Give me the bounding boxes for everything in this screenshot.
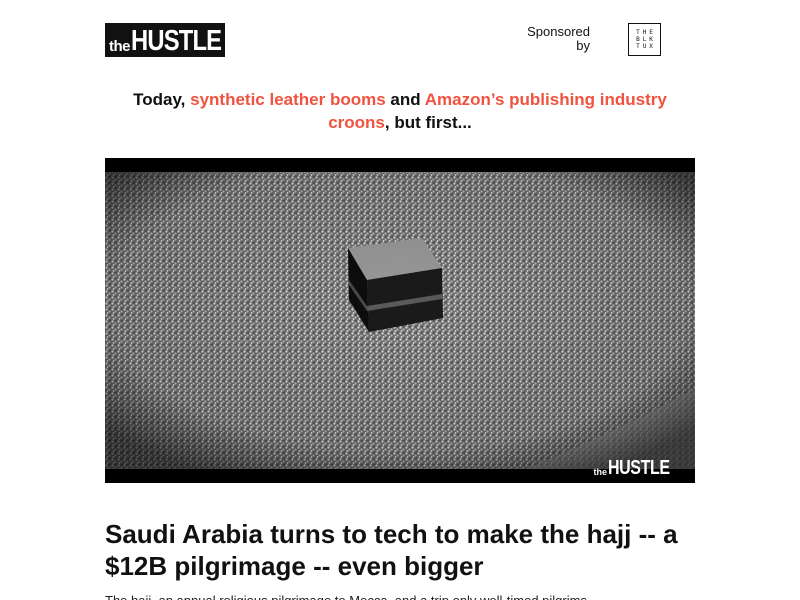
- sponsored-label-line1: Sponsored: [527, 24, 590, 39]
- article-headline: Saudi Arabia turns to tech to make the h…: [105, 519, 678, 581]
- watermark-name: HUSTLE: [608, 457, 670, 479]
- sponsor-logo-line: BLK: [636, 36, 656, 43]
- teaser-line: Today, synthetic leather booms and Amazo…: [120, 88, 680, 134]
- hustle-logo[interactable]: the HUSTLE: [105, 23, 225, 57]
- watermark-prefix: the: [593, 467, 608, 477]
- teaser-trail: , but first...: [384, 113, 472, 132]
- sponsor-logo-line: TUX: [636, 43, 656, 50]
- hero-image[interactable]: the HUSTLE: [105, 158, 695, 483]
- article-body: The hajj, an annual religious pilgrimage…: [105, 592, 695, 600]
- teaser-link-synthetic-leather[interactable]: synthetic leather booms: [190, 90, 386, 109]
- logo-prefix: the: [109, 38, 131, 55]
- sponsor-logo-line: THE: [636, 29, 656, 36]
- sponsored-label-line2: by: [576, 38, 590, 53]
- hero-watermark-logo: the HUSTLE: [593, 457, 686, 479]
- logo-name: HUSTLE: [131, 24, 222, 57]
- kaaba-crowd-photo: [105, 172, 695, 469]
- sponsored-by-label: Sponsored by: [510, 25, 590, 53]
- teaser-connector: and: [390, 90, 421, 109]
- sponsor-logo[interactable]: THE BLK TUX: [628, 23, 661, 56]
- newsletter-page: the HUSTLE Sponsored by THE BLK TUX Toda…: [0, 0, 800, 600]
- teaser-lead: Today,: [133, 90, 186, 109]
